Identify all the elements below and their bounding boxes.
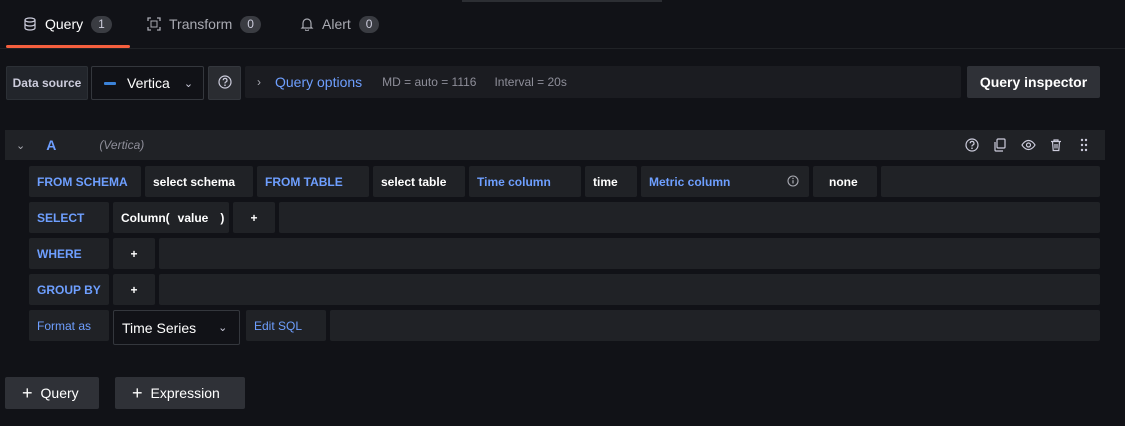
max-data-points: MD = auto = 1116 bbox=[382, 75, 477, 89]
select-label: SELECT bbox=[29, 202, 109, 233]
time-column-label: Time column bbox=[469, 166, 581, 197]
add-expression-label: Expression bbox=[150, 385, 220, 401]
row-filler bbox=[279, 202, 1100, 233]
active-tab-indicator bbox=[6, 45, 130, 48]
query-datasource-name: (Vertica) bbox=[99, 138, 145, 152]
format-value: Time Series bbox=[122, 319, 197, 336]
plus-icon: + bbox=[22, 383, 33, 403]
collapse-chevron-icon[interactable]: ⌄ bbox=[16, 139, 25, 152]
add-expression-button[interactable]: + Expression bbox=[115, 377, 245, 409]
datasource-label: Data source bbox=[6, 66, 88, 100]
info-circle-icon[interactable] bbox=[787, 175, 799, 190]
schema-select[interactable]: select schema bbox=[145, 166, 253, 197]
select-column-close: ) bbox=[220, 210, 225, 225]
add-query-button[interactable]: + Query bbox=[5, 377, 99, 409]
tab-query-count: 1 bbox=[91, 16, 112, 33]
row-filler bbox=[159, 238, 1100, 269]
bell-icon bbox=[300, 17, 314, 31]
time-column-select[interactable]: time bbox=[585, 166, 637, 197]
query-options-label: Query options bbox=[275, 74, 363, 90]
row-filler bbox=[159, 274, 1100, 305]
group-by-label: GROUP BY bbox=[29, 274, 109, 305]
select-column-func: Column( bbox=[121, 210, 170, 225]
add-where-button[interactable]: + bbox=[113, 238, 155, 269]
from-schema-label: FROM SCHEMA bbox=[29, 166, 141, 197]
datasource-picker[interactable]: Vertica ⌄ bbox=[91, 66, 204, 100]
drag-handle-icon[interactable] bbox=[1075, 137, 1093, 153]
metric-column-select[interactable]: none bbox=[813, 166, 877, 197]
transform-icon bbox=[147, 17, 161, 31]
chevron-down-icon: ⌄ bbox=[218, 322, 228, 334]
tab-query[interactable]: Query 1 bbox=[23, 16, 112, 46]
question-circle-icon bbox=[217, 74, 232, 92]
database-icon bbox=[23, 17, 37, 31]
table-select[interactable]: select table bbox=[373, 166, 465, 197]
tab-transform-label: Transform bbox=[169, 16, 233, 32]
format-as-label: Format as bbox=[29, 310, 109, 341]
vertica-logo-icon bbox=[104, 81, 116, 85]
edit-sql-button[interactable]: Edit SQL bbox=[246, 310, 326, 341]
query-row-header: ⌄ A (Vertica) bbox=[5, 130, 1105, 160]
tab-transform-count: 0 bbox=[240, 16, 261, 33]
where-label: WHERE bbox=[29, 238, 109, 269]
editor-tabs: Query 1 Transform 0 Alert 0 bbox=[0, 0, 1125, 49]
select-column-expression[interactable]: Column( value ) bbox=[113, 202, 229, 233]
chevron-right-icon: › bbox=[257, 75, 261, 89]
metric-column-label: Metric column bbox=[641, 166, 809, 197]
trash-icon[interactable] bbox=[1047, 137, 1065, 153]
row-filler bbox=[881, 166, 1100, 197]
add-select-button[interactable]: + bbox=[233, 202, 275, 233]
add-group-by-button[interactable]: + bbox=[113, 274, 155, 305]
query-ref-id[interactable]: A bbox=[46, 137, 56, 153]
tab-alert-label: Alert bbox=[322, 16, 351, 32]
duplicate-icon[interactable] bbox=[991, 137, 1009, 153]
query-help-icon[interactable] bbox=[963, 137, 981, 153]
select-column-value[interactable]: value bbox=[178, 211, 209, 225]
interval-value: Interval = 20s bbox=[494, 75, 567, 89]
row-filler bbox=[330, 310, 1100, 341]
format-select[interactable]: Time Series ⌄ bbox=[113, 310, 240, 345]
metric-column-text: Metric column bbox=[649, 174, 731, 189]
add-query-label: Query bbox=[40, 385, 79, 401]
tab-transform[interactable]: Transform 0 bbox=[147, 16, 261, 46]
query-inspector-button[interactable]: Query inspector bbox=[967, 66, 1100, 98]
from-table-label: FROM TABLE bbox=[257, 166, 369, 197]
plus-icon: + bbox=[132, 383, 143, 403]
tab-alert-count: 0 bbox=[358, 16, 380, 33]
chevron-down-icon: ⌄ bbox=[183, 77, 194, 90]
datasource-help-button[interactable] bbox=[208, 66, 241, 100]
tab-query-label: Query bbox=[45, 16, 84, 32]
query-options-toggle[interactable]: › Query options MD = auto = 1116 Interva… bbox=[245, 66, 961, 98]
datasource-name: Vertica bbox=[127, 75, 170, 91]
tab-alert[interactable]: Alert 0 bbox=[300, 16, 380, 46]
eye-icon[interactable] bbox=[1019, 137, 1037, 153]
query-row-actions bbox=[963, 137, 1093, 153]
